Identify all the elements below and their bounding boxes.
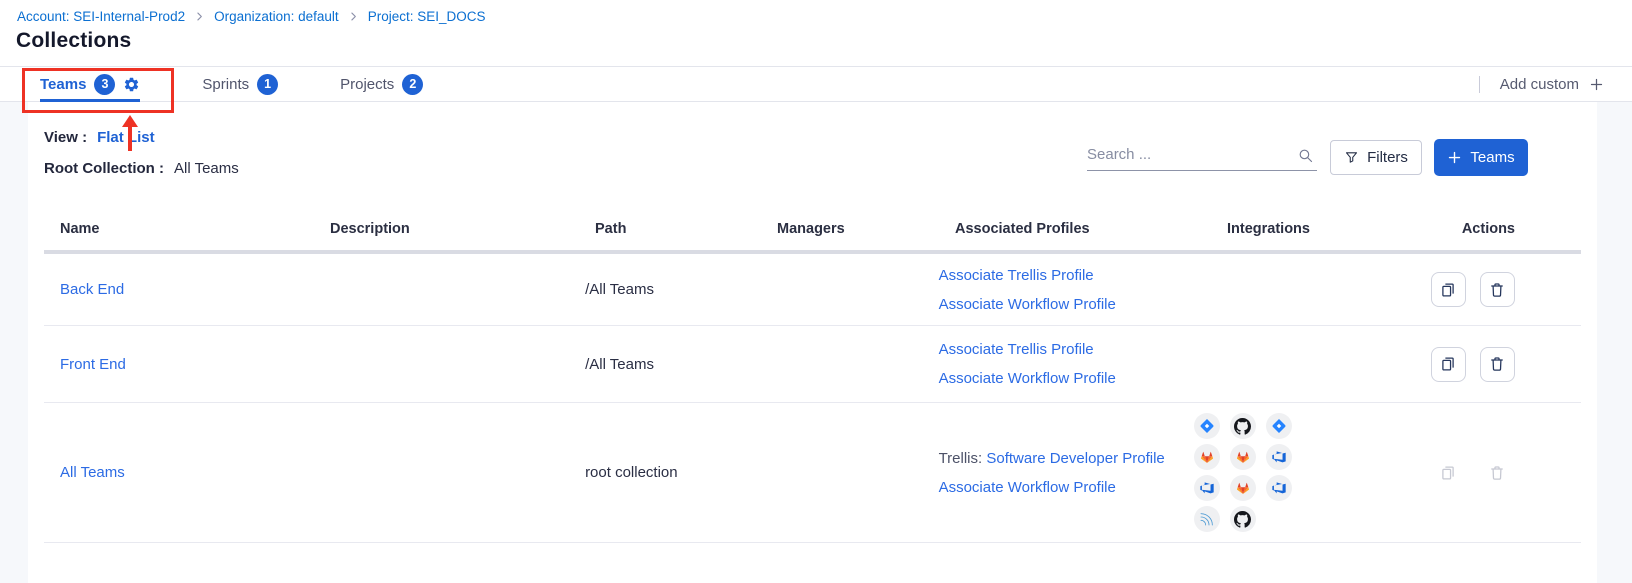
search-input[interactable]	[1087, 141, 1292, 167]
add-teams-button[interactable]: Teams	[1434, 139, 1528, 176]
profile-association: Associate Workflow Profile	[939, 479, 1190, 496]
column-header-description: Description	[314, 221, 579, 237]
profile-association: Trellis: Software Developer Profile	[939, 450, 1190, 467]
add-teams-button-label: Teams	[1470, 149, 1514, 166]
profile-association: Associate Trellis Profile	[939, 341, 1190, 358]
collection-name-link[interactable]: Back End	[60, 281, 124, 298]
tab-projects-count-badge: 2	[402, 74, 423, 95]
name-cell: Back End	[44, 281, 309, 298]
table-row: All Teams root collection Trellis: Softw…	[44, 403, 1581, 543]
chevron-right-icon	[348, 11, 359, 22]
column-header-path: Path	[579, 221, 761, 237]
profile-link[interactable]: Associate Workflow Profile	[939, 479, 1116, 496]
actions-cell	[1415, 455, 1581, 490]
column-header-associated-profiles: Associated Profiles	[939, 221, 1211, 237]
breadcrumb: Account: SEI-Internal-Prod2 Organization…	[17, 9, 485, 24]
tab-teams-label: Teams	[40, 76, 86, 93]
divider	[1479, 76, 1480, 93]
profile-prefix-label: Trellis:	[939, 450, 987, 467]
page-title: Collections	[16, 29, 131, 53]
filter-funnel-icon	[1344, 150, 1359, 165]
tab-projects[interactable]: Projects 2	[340, 67, 423, 101]
profile-link[interactable]: Associate Workflow Profile	[939, 370, 1116, 387]
delete-button[interactable]	[1480, 347, 1515, 382]
path-cell: /All Teams	[569, 356, 748, 373]
associated-profiles-cell: Associate Trellis Profile Associate Workf…	[923, 267, 1190, 313]
azure-devops-icon	[1194, 475, 1220, 501]
copy-button[interactable]	[1431, 347, 1466, 382]
table-row: Back End /All Teams Associate Trellis Pr…	[44, 254, 1581, 326]
name-cell: All Teams	[44, 464, 309, 481]
gitlab-icon	[1230, 475, 1256, 501]
chevron-right-icon	[194, 11, 205, 22]
profile-link[interactable]: Software Developer Profile	[986, 450, 1164, 467]
tab-sprints[interactable]: Sprints 1	[202, 67, 278, 101]
gear-icon[interactable]	[123, 76, 140, 93]
jira-icon	[1194, 413, 1220, 439]
tab-teams[interactable]: Teams 3	[40, 67, 140, 101]
integrations-cell	[1190, 413, 1415, 532]
path-cell: root collection	[569, 464, 748, 481]
actions-cell	[1415, 347, 1581, 382]
tab-sprints-label: Sprints	[202, 76, 249, 93]
plus-icon	[1447, 150, 1462, 165]
table-body: Back End /All Teams Associate Trellis Pr…	[44, 254, 1581, 543]
actions-cell	[1415, 272, 1581, 307]
associated-profiles-cell: Trellis: Software Developer Profile Assoc…	[923, 450, 1190, 496]
add-custom-button[interactable]: Add custom	[1479, 76, 1604, 93]
jira-icon	[1266, 413, 1292, 439]
table-header-row: Name Description Path Managers Associate…	[44, 208, 1581, 254]
annotation-arrow-shaft	[128, 126, 132, 151]
page-header: Account: SEI-Internal-Prod2 Organization…	[0, 0, 1632, 66]
path-cell: /All Teams	[569, 281, 748, 298]
root-collection-line: Root Collection : All Teams	[44, 160, 239, 177]
profile-link[interactable]: Associate Trellis Profile	[939, 267, 1094, 284]
tab-projects-label: Projects	[340, 76, 394, 93]
profile-association: Associate Workflow Profile	[939, 370, 1190, 387]
collections-table: Name Description Path Managers Associate…	[44, 208, 1581, 543]
collections-panel: View : Flat List Root Collection : All T…	[28, 102, 1597, 583]
column-header-managers: Managers	[761, 221, 939, 237]
gitlab-icon	[1230, 444, 1256, 470]
delete-button	[1480, 455, 1515, 490]
search-box	[1087, 141, 1317, 171]
azure-devops-icon	[1266, 444, 1292, 470]
collection-name-link[interactable]: All Teams	[60, 464, 125, 481]
search-icon[interactable]	[1297, 147, 1314, 164]
plus-icon	[1589, 77, 1604, 92]
tab-sprints-count-badge: 1	[257, 74, 278, 95]
tab-bar: Teams 3 Sprints 1 Projects 2 Add custom	[0, 66, 1632, 102]
associated-profiles-cell: Associate Trellis Profile Associate Workf…	[923, 341, 1190, 387]
github-icon	[1230, 413, 1256, 439]
gitlab-icon	[1194, 444, 1220, 470]
azure-devops-icon	[1266, 475, 1292, 501]
profile-link[interactable]: Associate Trellis Profile	[939, 341, 1094, 358]
profile-association: Associate Trellis Profile	[939, 267, 1190, 284]
column-header-name: Name	[44, 221, 314, 237]
column-header-actions: Actions	[1441, 221, 1581, 237]
root-collection-value: All Teams	[174, 160, 239, 177]
add-custom-label: Add custom	[1500, 76, 1579, 93]
profile-link[interactable]: Associate Workflow Profile	[939, 296, 1116, 313]
table-row: Front End /All Teams Associate Trellis P…	[44, 326, 1581, 403]
flat-list-link[interactable]: Flat List	[97, 129, 155, 146]
profile-association: Associate Workflow Profile	[939, 296, 1190, 313]
column-header-integrations: Integrations	[1211, 221, 1441, 237]
sonarqube-icon	[1194, 506, 1220, 532]
root-collection-label: Root Collection :	[44, 160, 164, 177]
breadcrumb-project-link[interactable]: Project: SEI_DOCS	[368, 9, 486, 24]
tab-teams-count-badge: 3	[94, 74, 115, 95]
delete-button[interactable]	[1480, 272, 1515, 307]
filters-button-label: Filters	[1367, 149, 1408, 166]
breadcrumb-account-link[interactable]: Account: SEI-Internal-Prod2	[17, 9, 185, 24]
view-line: View : Flat List	[44, 129, 155, 146]
breadcrumb-organization-link[interactable]: Organization: default	[214, 9, 339, 24]
copy-button[interactable]	[1431, 272, 1466, 307]
view-label: View :	[44, 129, 87, 146]
copy-button	[1431, 455, 1466, 490]
collection-name-link[interactable]: Front End	[60, 356, 126, 373]
filters-button[interactable]: Filters	[1330, 140, 1422, 175]
github-icon	[1230, 506, 1256, 532]
name-cell: Front End	[44, 356, 309, 373]
